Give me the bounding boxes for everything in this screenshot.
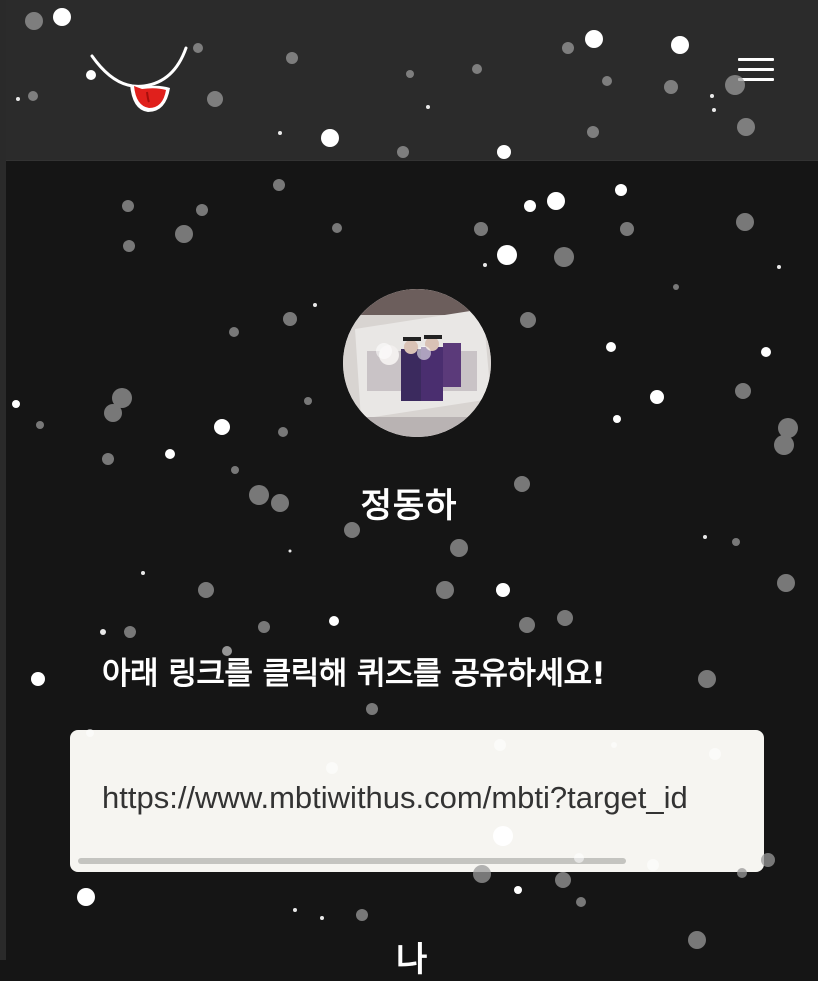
share-link-box[interactable]: https://www.mbtiwithus.com/mbti?target_i… (70, 730, 764, 872)
header (6, 0, 818, 161)
next-section-title: 나 (396, 940, 428, 980)
hamburger-menu-icon[interactable] (736, 58, 776, 90)
share-prompt: 아래 링크를 클릭해 퀴즈를 공유하세요! (102, 656, 606, 692)
share-link[interactable]: https://www.mbtiwithus.com/mbti?target_i… (102, 780, 688, 816)
logo-icon (90, 46, 188, 112)
horizontal-scrollbar[interactable] (78, 858, 626, 864)
profile-avatar (343, 289, 491, 437)
profile-photo (343, 289, 491, 437)
smiley-tongue-logo[interactable] (86, 38, 196, 118)
profile-name: 정동하 (360, 486, 458, 526)
